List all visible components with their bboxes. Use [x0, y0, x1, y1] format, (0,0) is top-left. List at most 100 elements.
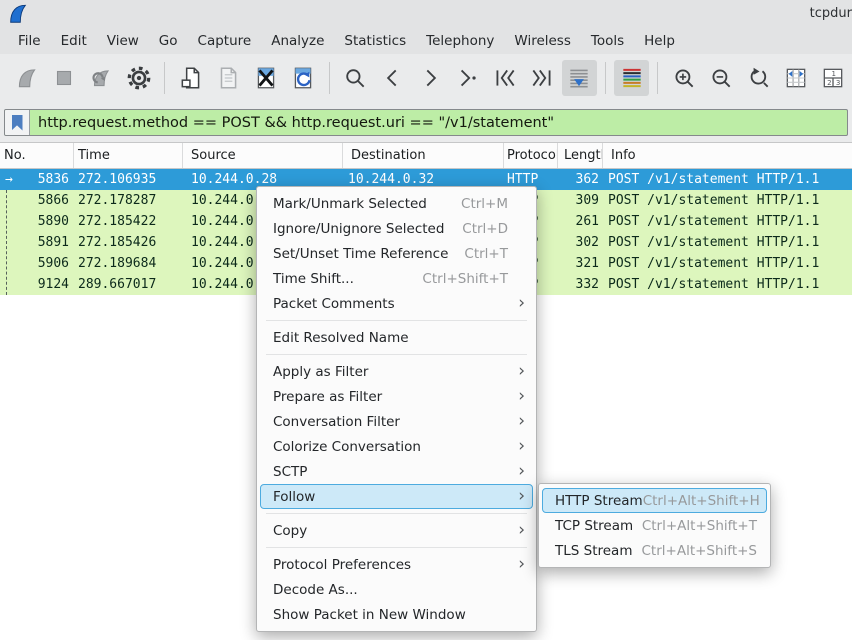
svg-text:1: 1	[832, 69, 836, 78]
menu-analyze[interactable]: Analyze	[261, 30, 334, 52]
svg-text:2: 2	[828, 78, 832, 87]
find-packet-button[interactable]	[338, 60, 373, 96]
shortcut: Ctrl+D	[462, 221, 508, 237]
go-back-button[interactable]	[375, 60, 410, 96]
column-header-destination[interactable]: Destination	[343, 143, 504, 168]
display-filter-text[interactable]: http.request.method == POST && http.requ…	[30, 115, 554, 131]
column-header-source[interactable]: Source	[183, 143, 343, 168]
wireshark-logo-icon	[7, 3, 29, 25]
column-header-protocol[interactable]: Protocol	[504, 143, 558, 168]
chevron-right-icon: ›	[518, 388, 528, 405]
menu-item-sctp[interactable]: SCTP ›	[260, 459, 533, 484]
menu-item-edit-resolved-name[interactable]: Edit Resolved Name	[260, 325, 533, 350]
menu-item-decode-as[interactable]: Decode As...	[260, 577, 533, 602]
chevron-right-icon: ›	[518, 438, 528, 455]
layout-button[interactable]: 1 2 3	[816, 60, 851, 96]
menu-separator	[266, 320, 527, 321]
menu-item-follow[interactable]: Follow ›	[260, 484, 533, 509]
menu-separator	[266, 547, 527, 548]
title-bar: tcpdur	[0, 0, 852, 28]
menu-item-copy[interactable]: Copy ›	[260, 518, 533, 543]
menu-wireless[interactable]: Wireless	[504, 30, 581, 52]
submenu-item-http-stream[interactable]: HTTP Stream Ctrl+Alt+Shift+H	[542, 488, 767, 513]
shortcut: Ctrl+Shift+T	[422, 271, 508, 287]
save-file-icon	[215, 65, 241, 91]
main-toolbar: 1 2 3	[0, 54, 852, 102]
menu-item-mark-unmark[interactable]: Mark/Unmark Selected Ctrl+M	[260, 191, 533, 216]
menu-edit[interactable]: Edit	[51, 30, 97, 52]
menu-go[interactable]: Go	[149, 30, 188, 52]
menu-item-show-packet-new-window[interactable]: Show Packet in New Window	[260, 602, 533, 627]
menu-item-conversation-filter[interactable]: Conversation Filter ›	[260, 409, 533, 434]
capture-options-button[interactable]	[121, 60, 156, 96]
follow-submenu: HTTP Stream Ctrl+Alt+Shift+H TCP Stream …	[538, 483, 771, 568]
zoom-out-button[interactable]	[704, 60, 739, 96]
filter-bookmark-button[interactable]	[5, 110, 30, 135]
start-capture-button[interactable]	[9, 60, 44, 96]
zoom-in-button[interactable]	[666, 60, 701, 96]
chevron-right-icon: ›	[518, 413, 528, 430]
chevron-right-icon: ›	[518, 295, 528, 312]
save-file-button[interactable]	[211, 60, 246, 96]
restart-capture-button[interactable]	[84, 60, 119, 96]
search-icon	[342, 65, 368, 91]
menu-tools[interactable]: Tools	[581, 30, 634, 52]
menu-file[interactable]: File	[8, 30, 51, 52]
go-forward-button[interactable]	[412, 60, 447, 96]
chevron-right-icon: ›	[518, 556, 528, 573]
menu-item-protocol-preferences[interactable]: Protocol Preferences ›	[260, 552, 533, 577]
last-packet-button[interactable]	[524, 60, 559, 96]
menu-separator	[266, 513, 527, 514]
reload-file-button[interactable]	[285, 60, 320, 96]
submenu-item-tcp-stream[interactable]: TCP Stream Ctrl+Alt+Shift+T	[542, 513, 767, 538]
bookmark-icon	[12, 115, 23, 131]
resize-columns-button[interactable]	[778, 60, 813, 96]
shortcut: Ctrl+Alt+Shift+S	[642, 543, 758, 559]
toolbar-separator	[605, 62, 606, 94]
column-header-no[interactable]: No.	[0, 143, 74, 168]
menu-item-packet-comments[interactable]: Packet Comments ›	[260, 291, 533, 316]
display-filter-input[interactable]: http.request.method == POST && http.requ…	[4, 109, 848, 136]
column-header-time[interactable]: Time	[74, 143, 183, 168]
close-file-button[interactable]	[248, 60, 283, 96]
chevron-left-icon	[380, 65, 406, 91]
menu-item-time-reference[interactable]: Set/Unset Time Reference Ctrl+T	[260, 241, 533, 266]
first-packet-button[interactable]	[487, 60, 522, 96]
window-title: tcpdur	[810, 6, 852, 21]
menu-item-ignore-unignore[interactable]: Ignore/Unignore Selected Ctrl+D	[260, 216, 533, 241]
submenu-item-tls-stream[interactable]: TLS Stream Ctrl+Alt+Shift+S	[542, 538, 767, 563]
layout-icon: 1 2 3	[820, 65, 846, 91]
first-packet-icon	[492, 65, 518, 91]
menu-item-time-shift[interactable]: Time Shift... Ctrl+Shift+T	[260, 266, 533, 291]
chevron-right-icon	[417, 65, 443, 91]
menu-item-apply-as-filter[interactable]: Apply as Filter ›	[260, 359, 533, 384]
stop-capture-button[interactable]	[46, 60, 81, 96]
menu-telephony[interactable]: Telephony	[416, 30, 504, 52]
zoom-in-icon	[671, 65, 697, 91]
colorize-packets-button[interactable]	[614, 60, 649, 96]
zoom-reset-icon	[746, 65, 772, 91]
menu-statistics[interactable]: Statistics	[334, 30, 416, 52]
column-header-length[interactable]: Lengtl	[558, 143, 603, 168]
auto-scroll-button[interactable]	[562, 60, 597, 96]
zoom-reset-button[interactable]	[741, 60, 776, 96]
menu-item-prepare-as-filter[interactable]: Prepare as Filter ›	[260, 384, 533, 409]
current-packet-arrow-icon: →	[5, 172, 13, 187]
shortcut: Ctrl+Alt+Shift+T	[642, 518, 757, 534]
shark-fin-icon	[14, 65, 40, 91]
svg-text:3: 3	[836, 78, 840, 87]
open-file-button[interactable]	[173, 60, 208, 96]
menu-item-colorize-conversation[interactable]: Colorize Conversation ›	[260, 434, 533, 459]
gear-icon	[126, 65, 152, 91]
menu-help[interactable]: Help	[634, 30, 685, 52]
menu-view[interactable]: View	[97, 30, 149, 52]
stop-square-icon	[51, 65, 77, 91]
go-to-packet-icon	[454, 65, 480, 91]
menu-capture[interactable]: Capture	[188, 30, 262, 52]
toolbar-separator	[329, 62, 330, 94]
column-header-info[interactable]: Info	[603, 143, 852, 168]
go-to-packet-button[interactable]	[450, 60, 485, 96]
open-file-icon	[178, 65, 204, 91]
packet-context-menu: Mark/Unmark Selected Ctrl+M Ignore/Unign…	[256, 186, 537, 632]
colorize-icon	[619, 65, 645, 91]
